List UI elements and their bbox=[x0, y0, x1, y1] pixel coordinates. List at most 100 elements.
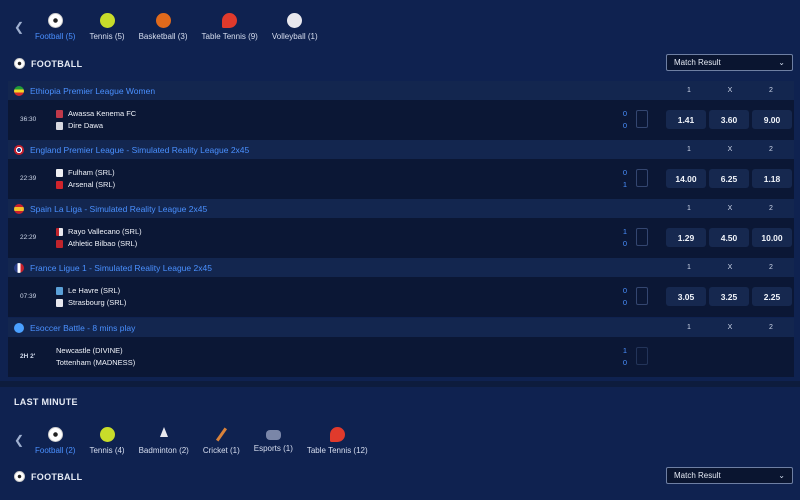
tab-tennis[interactable]: Tennis (5) bbox=[89, 13, 125, 41]
odd-button-2[interactable]: 9.00 bbox=[752, 110, 792, 129]
tab-label: Football (5) bbox=[35, 32, 76, 41]
match-row[interactable]: 22:29 Rayo Vallecano (SRL) Athletic Bilb… bbox=[8, 218, 794, 258]
team-name: Arsenal (SRL) bbox=[68, 180, 116, 189]
league-header[interactable]: France Ligue 1 - Simulated Reality Leagu… bbox=[8, 258, 794, 277]
odd-button-2[interactable]: 1.18 bbox=[752, 169, 792, 188]
home-score: 1 bbox=[622, 227, 628, 236]
team-name: Newcastle (DIVINE) bbox=[56, 346, 123, 355]
flag-icon bbox=[14, 144, 24, 155]
odds-header-1: 1 bbox=[687, 264, 691, 271]
tab-cricket[interactable]: Cricket (1) bbox=[203, 427, 240, 455]
tab-table-tennis[interactable]: Table Tennis (12) bbox=[307, 427, 368, 455]
away-team: Dire Dawa bbox=[56, 121, 103, 130]
last-minute-sport-tabs: Football (2) Tennis (4) Badminton (2) Cr… bbox=[35, 427, 382, 455]
market-select[interactable]: Match Result ⌄ bbox=[666, 467, 793, 484]
odds-header-1: 1 bbox=[687, 324, 691, 331]
flag-icon bbox=[14, 203, 24, 214]
team-name: Dire Dawa bbox=[68, 121, 104, 130]
tab-label: Esports (1) bbox=[253, 444, 293, 453]
away-team: Strasbourg (SRL) bbox=[56, 298, 126, 307]
stats-icon[interactable] bbox=[636, 110, 648, 128]
stats-icon[interactable] bbox=[636, 228, 648, 246]
tab-label: Basketball (3) bbox=[138, 32, 188, 41]
tab-esports[interactable]: Esports (1) bbox=[254, 427, 293, 455]
league-header[interactable]: Esoccer Battle - 8 mins play 1 X 2 bbox=[8, 318, 794, 337]
odds-header-x: X bbox=[727, 146, 733, 153]
kit-icon bbox=[56, 298, 63, 307]
cricket-icon bbox=[214, 427, 229, 442]
stats-icon[interactable] bbox=[636, 169, 648, 187]
market-select-value: Match Result bbox=[674, 471, 721, 480]
market-select[interactable]: Match Result ⌄ bbox=[666, 54, 793, 71]
tab-football[interactable]: Football (2) bbox=[35, 427, 75, 455]
away-score: 0 bbox=[622, 358, 628, 367]
section-title: FOOTBALL bbox=[31, 58, 83, 69]
tab-label: Tennis (5) bbox=[89, 32, 125, 41]
esports-icon bbox=[265, 430, 281, 440]
tab-basketball[interactable]: Basketball (3) bbox=[139, 13, 188, 41]
odd-button-2[interactable]: 2.25 bbox=[752, 287, 792, 306]
team-name: Tottenham (MADNESS) bbox=[56, 358, 136, 367]
team-name: Awassa Kenema FC bbox=[68, 109, 137, 118]
odd-button-2[interactable]: 10.00 bbox=[752, 228, 792, 247]
tab-football[interactable]: Football (5) bbox=[35, 13, 75, 41]
home-score: 1 bbox=[622, 346, 628, 355]
away-team: Tottenham (MADNESS) bbox=[56, 358, 135, 367]
kit-icon bbox=[56, 286, 63, 295]
tab-label: Volleyball (1) bbox=[271, 32, 318, 41]
stats-icon[interactable] bbox=[636, 347, 648, 365]
league-name: France Ligue 1 - Simulated Reality Leagu… bbox=[30, 262, 212, 273]
tab-table-tennis[interactable]: Table Tennis (9) bbox=[202, 13, 258, 41]
live-panel: ❮ Football (5) Tennis (5) Basketball (3)… bbox=[0, 0, 800, 381]
odd-button-1[interactable]: 1.41 bbox=[666, 110, 706, 129]
last-minute-section-head: FOOTBALL bbox=[14, 471, 82, 482]
live-sport-tabs: Football (5) Tennis (5) Basketball (3) T… bbox=[35, 13, 332, 41]
odds-header-x: X bbox=[727, 87, 733, 94]
last-minute-panel: LAST MINUTE ❮ Football (2) Tennis (4) Ba… bbox=[0, 387, 800, 500]
tab-label: Football (2) bbox=[35, 446, 76, 455]
team-name: Strasbourg (SRL) bbox=[68, 298, 127, 307]
league-header[interactable]: Ethiopia Premier League Women 1 X 2 bbox=[8, 81, 794, 100]
odd-button-1[interactable]: 14.00 bbox=[666, 169, 706, 188]
away-team: Athletic Bilbao (SRL) bbox=[56, 239, 137, 248]
odd-button-x[interactable]: 3.25 bbox=[709, 287, 749, 306]
tab-badminton[interactable]: Badminton (2) bbox=[139, 427, 189, 455]
basketball-icon bbox=[155, 13, 171, 28]
chevron-left-icon[interactable]: ❮ bbox=[14, 433, 24, 447]
home-team: Le Havre (SRL) bbox=[56, 286, 120, 295]
tennis-icon bbox=[99, 427, 115, 442]
league-header[interactable]: Spain La Liga - Simulated Reality League… bbox=[8, 199, 794, 218]
away-score: 0 bbox=[622, 239, 628, 248]
league-name: Esoccer Battle - 8 mins play bbox=[30, 322, 136, 333]
odd-button-1[interactable]: 1.29 bbox=[666, 228, 706, 247]
odds-header-2: 2 bbox=[769, 146, 773, 153]
volleyball-icon bbox=[287, 13, 303, 28]
odds-header-1: 1 bbox=[687, 146, 691, 153]
esoccer-icon bbox=[14, 322, 24, 333]
league-name: Spain La Liga - Simulated Reality League… bbox=[30, 203, 208, 214]
odds-header-2: 2 bbox=[769, 324, 773, 331]
match-row[interactable]: 07:39 Le Havre (SRL) Strasbourg (SRL) 0 … bbox=[8, 277, 794, 317]
tab-label: Tennis (4) bbox=[89, 446, 125, 455]
match-row[interactable]: 36:30 Awassa Kenema FC Dire Dawa 0 0 1.4… bbox=[8, 100, 794, 140]
odd-button-x[interactable]: 3.60 bbox=[709, 110, 749, 129]
odd-button-1[interactable]: 3.05 bbox=[666, 287, 706, 306]
odd-button-x[interactable]: 4.50 bbox=[709, 228, 749, 247]
match-row[interactable]: 2H 2' Newcastle (DIVINE) Tottenham (MADN… bbox=[8, 337, 794, 377]
tennis-icon bbox=[99, 13, 115, 28]
chevron-left-icon[interactable]: ❮ bbox=[14, 20, 24, 34]
tab-tennis[interactable]: Tennis (4) bbox=[89, 427, 125, 455]
home-score: 0 bbox=[622, 109, 628, 118]
market-select-value: Match Result bbox=[674, 58, 721, 67]
away-team: Arsenal (SRL) bbox=[56, 180, 115, 189]
league-name: England Premier League - Simulated Reali… bbox=[30, 144, 250, 155]
league-header[interactable]: England Premier League - Simulated Reali… bbox=[8, 140, 794, 159]
team-name: Fulham (SRL) bbox=[68, 168, 115, 177]
match-row[interactable]: 22:39 Fulham (SRL) Arsenal (SRL) 0 1 14.… bbox=[8, 159, 794, 199]
odds-header-2: 2 bbox=[769, 264, 773, 271]
home-score: 0 bbox=[622, 168, 628, 177]
odd-button-x[interactable]: 6.25 bbox=[709, 169, 749, 188]
stats-icon[interactable] bbox=[636, 287, 648, 305]
kit-icon bbox=[56, 180, 63, 189]
tab-volleyball[interactable]: Volleyball (1) bbox=[272, 13, 318, 41]
